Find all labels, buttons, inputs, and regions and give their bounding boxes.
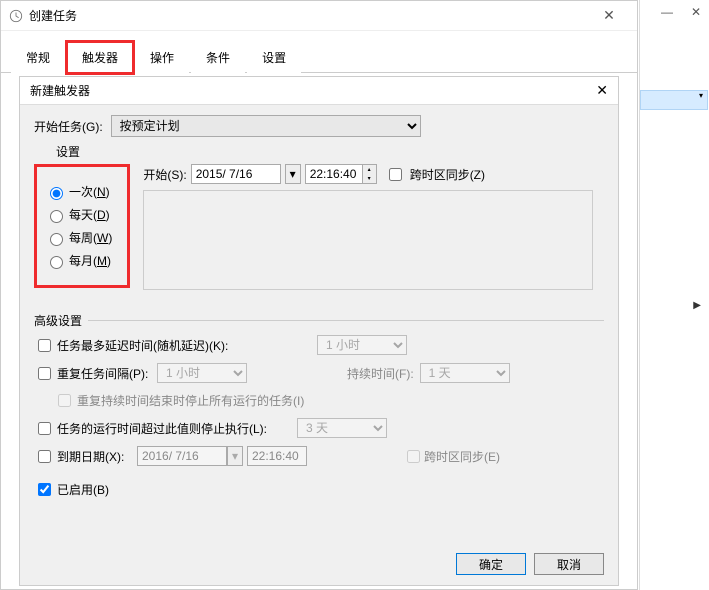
tz-sync-label: 跨时区同步(Z)	[410, 166, 485, 183]
repeat-label: 重复任务间隔(P):	[57, 365, 157, 382]
background-window-controls: — ✕	[661, 0, 701, 24]
repeat-checkbox[interactable]	[38, 367, 51, 380]
expire-calendar-icon: ▾	[227, 446, 243, 466]
tab-general[interactable]: 常规	[11, 42, 65, 73]
random-delay-label: 任务最多延迟时间(随机延迟)(K):	[57, 337, 317, 354]
minimize-icon[interactable]: —	[661, 5, 673, 19]
expire-tz-label: 跨时区同步(E)	[424, 448, 500, 465]
expire-row: 到期日期(X): ▾ 跨时区同步(E)	[34, 446, 604, 466]
start-date-input[interactable]	[191, 164, 281, 184]
start-time-input[interactable]	[306, 165, 362, 183]
expire-tz-checkbox	[407, 450, 420, 463]
background-window-panel	[639, 0, 709, 590]
schedule-settings: 开始(S): ▾ ▴ ▾ 跨时区同步(Z)	[143, 164, 593, 290]
expire-checkbox[interactable]	[38, 450, 51, 463]
settings-label: 设置	[56, 143, 604, 160]
repeat-row: 重复任务间隔(P): 1 小时 持续时间(F): 1 天	[34, 363, 604, 383]
expire-time-input	[247, 446, 307, 466]
dialog-title: 创建任务	[29, 7, 589, 24]
dialog-buttons: 确定 取消	[456, 553, 604, 575]
tab-settings[interactable]: 设置	[247, 42, 301, 73]
radio-daily-input[interactable]	[50, 210, 63, 223]
expand-icon[interactable]: ▶	[693, 300, 701, 311]
close-icon[interactable]: ✕	[691, 5, 701, 19]
stop-if-longer-checkbox[interactable]	[38, 422, 51, 435]
tab-bar: 常规 触发器 操作 条件 设置	[1, 31, 637, 73]
radio-weekly-label: 每周(W)	[69, 229, 112, 246]
create-task-dialog: 创建任务 ✕ 常规 触发器 操作 条件 设置 新建触发器 ✕ 开始任务(G): …	[0, 0, 638, 590]
schedule-detail-panel	[143, 190, 593, 290]
enabled-label: 已启用(B)	[57, 481, 109, 498]
radio-once[interactable]: 一次(N)	[45, 183, 119, 200]
duration-label: 持续时间(F):	[347, 365, 414, 382]
enabled-row: 已启用(B)	[34, 480, 604, 499]
begin-task-select[interactable]: 按预定计划	[111, 115, 421, 137]
clock-icon	[9, 9, 23, 23]
radio-monthly[interactable]: 每月(M)	[45, 252, 119, 269]
expire-label: 到期日期(X):	[57, 448, 137, 465]
radio-daily[interactable]: 每天(D)	[45, 206, 119, 223]
stop-if-longer-row: 任务的运行时间超过此值则停止执行(L): 3 天	[34, 418, 604, 438]
tab-actions[interactable]: 操作	[135, 42, 189, 73]
advanced-settings-group: 高级设置 任务最多延迟时间(随机延迟)(K): 1 小时 重复任务间隔(P): …	[34, 320, 604, 499]
ok-button[interactable]: 确定	[456, 553, 526, 575]
dialog-titlebar: 创建任务 ✕	[1, 1, 637, 31]
radio-weekly[interactable]: 每周(W)	[45, 229, 119, 246]
close-button[interactable]: ✕	[589, 7, 629, 24]
radio-monthly-input[interactable]	[50, 256, 63, 269]
inner-close-button[interactable]: ✕	[578, 82, 608, 99]
new-trigger-dialog: 新建触发器 ✕ 开始任务(G): 按预定计划 设置 一次(N)	[19, 76, 619, 586]
random-delay-select: 1 小时	[317, 335, 407, 355]
advanced-legend: 高级设置	[34, 312, 88, 329]
radio-once-label: 一次(N)	[69, 183, 110, 200]
radio-monthly-label: 每月(M)	[69, 252, 111, 269]
radio-daily-label: 每天(D)	[69, 206, 110, 223]
begin-task-label: 开始任务(G):	[34, 118, 103, 135]
radio-weekly-input[interactable]	[50, 233, 63, 246]
tab-conditions[interactable]: 条件	[191, 42, 245, 73]
dialog-content: 开始任务(G): 按预定计划 设置 一次(N) 每天(D)	[20, 105, 618, 517]
radio-once-input[interactable]	[50, 187, 63, 200]
dropdown-icon: ▾	[699, 91, 703, 100]
random-delay-checkbox[interactable]	[38, 339, 51, 352]
tab-triggers[interactable]: 触发器	[67, 42, 133, 73]
inner-title: 新建触发器	[30, 82, 578, 99]
background-list-header[interactable]: ▾	[640, 90, 708, 110]
begin-task-row: 开始任务(G): 按预定计划	[34, 115, 604, 137]
stop-if-longer-select: 3 天	[297, 418, 387, 438]
start-time-spinner[interactable]: ▴ ▾	[305, 164, 377, 184]
stop-if-longer-label: 任务的运行时间超过此值则停止执行(L):	[57, 420, 297, 437]
stop-at-end-row: 重复持续时间结束时停止所有运行的任务(I)	[54, 391, 604, 410]
expire-date-input	[137, 446, 227, 466]
random-delay-row: 任务最多延迟时间(随机延迟)(K): 1 小时	[34, 335, 604, 355]
calendar-dropdown-icon[interactable]: ▾	[285, 164, 301, 184]
time-down-icon[interactable]: ▾	[363, 174, 376, 183]
stop-at-end-label: 重复持续时间结束时停止所有运行的任务(I)	[77, 392, 304, 409]
time-up-icon[interactable]: ▴	[363, 165, 376, 174]
repeat-interval-select: 1 小时	[157, 363, 247, 383]
inner-titlebar: 新建触发器 ✕	[20, 77, 618, 105]
duration-select: 1 天	[420, 363, 510, 383]
frequency-group: 一次(N) 每天(D) 每周(W) 每月(M)	[34, 164, 130, 288]
stop-at-end-checkbox	[58, 394, 71, 407]
cancel-button[interactable]: 取消	[534, 553, 604, 575]
start-datetime-row: 开始(S): ▾ ▴ ▾ 跨时区同步(Z)	[143, 164, 593, 184]
start-label: 开始(S):	[143, 166, 186, 183]
enabled-checkbox[interactable]	[38, 483, 51, 496]
tz-sync-checkbox[interactable]	[389, 168, 402, 181]
